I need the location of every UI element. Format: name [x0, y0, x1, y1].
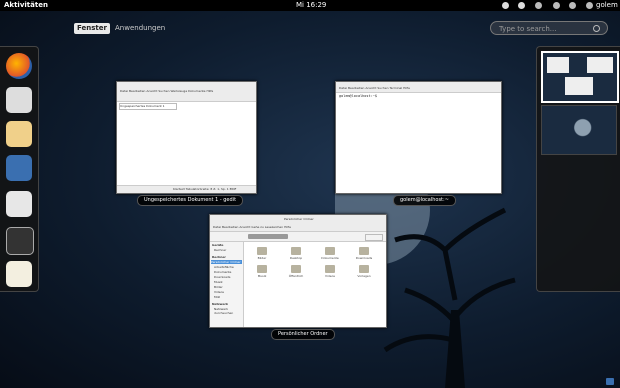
gedit-statusbar: Klartext Tabulatorbreite: 8 Z. 1, Sp. 1 … — [117, 185, 256, 193]
folder-icon — [257, 265, 267, 273]
terminal-caption[interactable]: golem@localhost:~ — [393, 195, 456, 206]
workspace-1[interactable] — [541, 51, 619, 103]
path-bar-home[interactable] — [248, 234, 288, 239]
folder-icon — [359, 265, 369, 273]
mail-icon[interactable] — [6, 87, 32, 113]
terminal-prompt[interactable]: golem@localhost:~$ — [339, 94, 377, 98]
sidebar-item-browse-network[interactable]: Netzwerk durchsuchen — [214, 307, 243, 315]
folder-icon — [325, 265, 335, 273]
tab-windows[interactable]: Fenster — [74, 23, 110, 34]
files-header: Persönlicher Ordner Datei Bearbeiten Ans… — [210, 215, 386, 232]
folder-item[interactable]: Öffentlich — [289, 265, 303, 278]
files-title: Persönlicher Ordner — [284, 217, 314, 221]
sidebar-item-videos[interactable]: Videos — [214, 290, 224, 294]
folder-icon — [291, 265, 301, 273]
photos-icon[interactable] — [6, 155, 32, 181]
workspace-window-thumb — [587, 57, 613, 73]
input-method-icon[interactable] — [518, 2, 525, 9]
files-icon[interactable] — [6, 191, 32, 217]
folder-icon — [257, 247, 267, 255]
files-caption[interactable]: Persönlicher Ordner — [271, 329, 335, 340]
network-icon[interactable] — [569, 2, 576, 9]
top-bar: Aktivitäten Mi 16:29 golem — [0, 0, 620, 11]
workspace-switcher — [536, 46, 620, 292]
folder-item[interactable]: Videos — [325, 265, 335, 278]
accessibility-icon[interactable] — [502, 2, 509, 9]
files-window[interactable]: Persönlicher Ordner Datei Bearbeiten Ans… — [209, 214, 387, 328]
folder-item[interactable]: Downloads — [356, 247, 372, 260]
sidebar-item-trash[interactable]: Müll — [214, 295, 220, 299]
folder-item[interactable]: Musik — [257, 265, 267, 278]
files-toolbar — [210, 232, 386, 242]
workspace-window-thumb — [565, 77, 593, 95]
search-placeholder: Type to search... — [499, 25, 557, 33]
terminal-menubar[interactable]: Datei Bearbeiten Ansicht Suchen Terminal… — [339, 86, 410, 90]
sidebar-item-documents[interactable]: Dokumente — [214, 270, 231, 274]
dash — [0, 46, 39, 292]
user-menu[interactable]: golem — [596, 0, 618, 11]
files-sidebar: Geräte Rechner Rechner Persönlicher Ordn… — [210, 242, 244, 327]
text-editor-icon[interactable] — [6, 261, 32, 287]
sidebar-item-music[interactable]: Musik — [214, 280, 223, 284]
search-input[interactable]: Type to search... — [490, 21, 608, 35]
terminal-window[interactable]: Datei Bearbeiten Ansicht Suchen Terminal… — [335, 81, 502, 194]
sidebar-item-pictures[interactable]: Bilder — [214, 285, 223, 289]
sidebar-item-desktop[interactable]: Arbeitsfläche — [214, 265, 234, 269]
sidebar-item-downloads[interactable]: Downloads — [214, 275, 230, 279]
volume-icon[interactable] — [535, 2, 542, 9]
sidebar-item-home[interactable]: Persönlicher Ordner — [211, 260, 242, 264]
terminal-icon[interactable] — [6, 227, 34, 255]
firefox-icon[interactable] — [6, 53, 32, 79]
bluetooth-icon[interactable] — [553, 2, 560, 9]
files-menubar[interactable]: Datei Bearbeiten Ansicht Gehe zu Lesezei… — [213, 225, 291, 229]
gedit-menubar[interactable]: Datei Bearbeiten Ansicht Suchen Werkzeug… — [120, 89, 213, 93]
gedit-toolbar: Datei Bearbeiten Ansicht Suchen Werkzeug… — [117, 82, 256, 102]
sidebar-item-computer[interactable]: Rechner — [214, 248, 226, 252]
folder-item[interactable]: Vorlagen — [357, 265, 371, 278]
sidebar-heading-network: Netzwerk — [212, 302, 229, 306]
gedit-window[interactable]: Datei Bearbeiten Ansicht Suchen Werkzeug… — [116, 81, 257, 194]
gedit-caption[interactable]: Ungespeichertes Dokument 1 - gedit — [137, 195, 244, 206]
rhythmbox-icon[interactable] — [6, 121, 32, 147]
folder-item[interactable]: Desktop — [290, 247, 302, 260]
activities-button[interactable]: Aktivitäten — [4, 0, 48, 11]
workspace-2[interactable] — [541, 105, 617, 155]
folder-icon — [325, 247, 335, 255]
sidebar-heading-computer: Rechner — [212, 255, 226, 259]
folder-item[interactable]: Dokumente — [321, 247, 339, 260]
folder-item[interactable]: Bilder — [257, 247, 267, 260]
clock[interactable]: Mi 16:29 — [296, 0, 326, 11]
gedit-status: Klartext Tabulatorbreite: 8 Z. 1, Sp. 1 … — [173, 187, 237, 191]
gedit-document-tab[interactable]: Ungespeichertes Dokument 1 — [119, 103, 177, 110]
search-icon — [593, 25, 600, 32]
folder-icon — [359, 247, 369, 255]
tab-applications[interactable]: Anwendungen — [115, 23, 165, 34]
power-icon[interactable] — [586, 2, 593, 9]
message-tray-icon[interactable] — [606, 378, 614, 385]
workspace-window-thumb — [547, 57, 569, 73]
folder-icon — [291, 247, 301, 255]
terminal-menubar-bg: Datei Bearbeiten Ansicht Suchen Terminal… — [336, 82, 501, 93]
sidebar-heading-devices: Geräte — [212, 243, 224, 247]
files-search-button[interactable] — [365, 234, 383, 241]
